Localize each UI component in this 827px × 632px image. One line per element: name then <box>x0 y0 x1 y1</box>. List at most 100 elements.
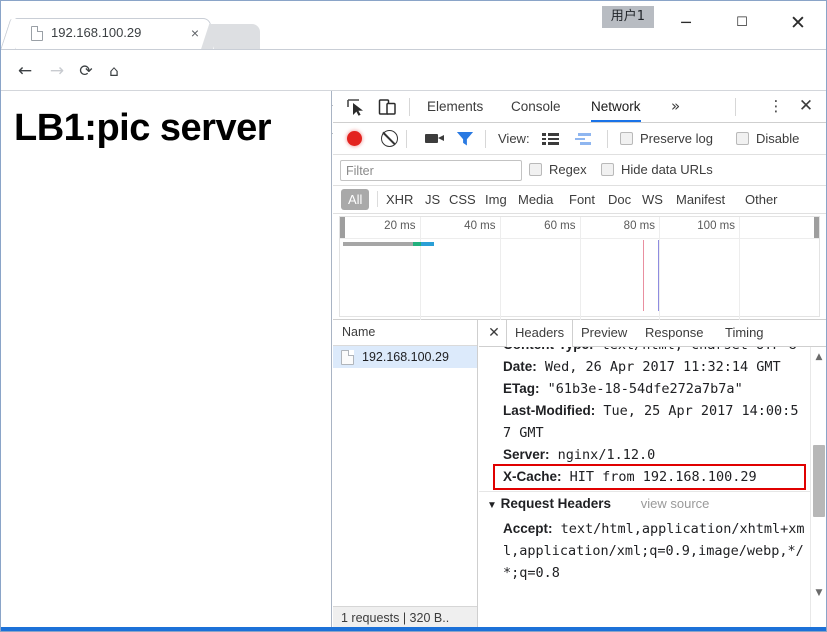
type-filter-manifest[interactable]: Manifest <box>676 190 725 209</box>
filter-funnel-icon[interactable] <box>456 131 474 146</box>
load-event-marker <box>657 240 660 311</box>
type-filter-img[interactable]: Img <box>485 190 507 209</box>
hide-data-urls-checkbox[interactable] <box>601 163 614 176</box>
detail-tab-preview[interactable]: Preview <box>573 320 635 346</box>
maximize-icon[interactable]: ☐ <box>714 1 770 45</box>
scroll-down-icon[interactable]: ▼ <box>811 585 826 601</box>
header-name: ETag: <box>503 381 540 396</box>
tick-label-80ms: 80 ms <box>623 220 655 232</box>
header-value: HIT from 192.168.100.29 <box>561 469 757 485</box>
detail-tab-timing[interactable]: Timing <box>717 320 772 346</box>
device-toolbar-icon[interactable] <box>377 97 401 118</box>
segment-download <box>421 242 434 246</box>
tab-close-icon[interactable]: × <box>187 25 203 41</box>
header-value: Wed, 26 Apr 2017 11:32:14 GMT <box>536 359 781 375</box>
page-title: LB1:pic server <box>14 107 272 149</box>
page-viewport: LB1:pic server <box>1 91 332 631</box>
scroll-up-icon[interactable]: ▲ <box>811 349 826 365</box>
document-icon <box>341 349 354 365</box>
navigation-bar: ← → ⟳ ⌂ i 192.168.100.29 ☆ <box>1 50 826 134</box>
user-profile-badge[interactable]: 用户1 <box>601 6 654 28</box>
tick-label-40ms: 40 ms <box>464 220 496 232</box>
list-view-icon[interactable] <box>542 133 559 145</box>
regex-checkbox[interactable] <box>529 163 542 176</box>
header-name: Date: <box>503 359 537 374</box>
request-headers-section[interactable]: ▼ Request Headers view source <box>479 491 810 518</box>
headers-scrollbar[interactable]: ▲ ▼ <box>810 347 826 631</box>
header-value: nginx/1.12.0 <box>549 447 656 463</box>
disable-cache-checkbox[interactable] <box>736 132 749 145</box>
regex-label: Regex <box>549 162 587 177</box>
header-value: "61b3e-18-54dfe272a7b7a" <box>539 381 743 397</box>
header-name: Accept: <box>503 521 553 536</box>
browser-window: 192.168.100.29 × 用户1 ─ ☐ ✕ ← → ⟳ ⌂ i 192… <box>0 0 827 632</box>
request-list-header[interactable]: Name <box>333 320 477 346</box>
record-button-icon[interactable] <box>347 131 362 146</box>
header-accept: Accept: text/html,application/xhtml+xml,… <box>479 518 810 584</box>
type-filter-js[interactable]: JS <box>425 190 440 209</box>
type-filter-font[interactable]: Font <box>569 190 595 209</box>
detail-tab-bar: ✕ Headers Preview Response Timing <box>479 320 826 347</box>
tab-title: 192.168.100.29 <box>51 25 142 40</box>
collapse-triangle-icon[interactable]: ▼ <box>487 500 497 511</box>
segment-stalled <box>342 242 413 246</box>
tick-label-20ms: 20 ms <box>384 220 416 232</box>
tab-elements[interactable]: Elements <box>427 91 483 122</box>
network-split-view: Name 192.168.100.29 1 requests | 320 B..… <box>333 320 826 631</box>
view-source-link[interactable]: view source <box>641 496 710 511</box>
tab-console[interactable]: Console <box>511 91 561 122</box>
tick-label-100ms: 100 ms <box>697 220 735 232</box>
devtools-tab-bar: Elements Console Network » ⋮ ✕ <box>333 91 826 123</box>
type-filter-doc[interactable]: Doc <box>608 190 631 209</box>
type-filter-ws[interactable]: WS <box>642 190 663 209</box>
type-filter-css[interactable]: CSS <box>449 190 476 209</box>
preserve-log-checkbox[interactable] <box>620 132 633 145</box>
waterfall-view-icon[interactable] <box>574 133 591 145</box>
type-divider <box>377 191 378 207</box>
home-icon[interactable]: ⌂ <box>102 59 126 83</box>
toolbar-divider-2 <box>735 98 736 116</box>
back-icon[interactable]: ← <box>13 59 37 83</box>
camera-icon[interactable] <box>425 134 444 143</box>
network-overview-chart[interactable]: 20 ms 40 ms 60 ms 80 ms 100 ms <box>333 214 826 321</box>
header-x-cache: X-Cache: HIT from 192.168.100.29 <box>493 464 806 490</box>
close-icon[interactable]: ✕ <box>770 1 826 45</box>
type-filter-other[interactable]: Other <box>745 190 778 209</box>
scrollbar-thumb[interactable] <box>813 445 825 517</box>
request-row[interactable]: 192.168.100.29 <box>333 346 477 368</box>
dom-content-loaded-marker <box>642 240 645 311</box>
devtools-menu-icon[interactable]: ⋮ <box>768 96 784 117</box>
resource-type-filters: All XHR JS CSS Img Media Font Doc WS Man… <box>333 186 826 214</box>
more-tabs-icon[interactable]: » <box>671 91 680 122</box>
type-filter-xhr[interactable]: XHR <box>386 190 413 209</box>
request-headers-title: Request Headers <box>500 496 611 511</box>
header-etag: ETag: "61b3e-18-54dfe272a7b7a" <box>479 378 810 400</box>
browser-tab[interactable]: 192.168.100.29 × <box>15 18 211 50</box>
clear-icon[interactable] <box>381 130 398 147</box>
detail-tab-response[interactable]: Response <box>637 320 712 346</box>
request-name: 192.168.100.29 <box>362 350 449 364</box>
tab-network[interactable]: Network <box>591 91 641 122</box>
header-date: Date: Wed, 26 Apr 2017 11:32:14 GMT <box>479 356 810 378</box>
header-server: Server: nginx/1.12.0 <box>479 444 810 466</box>
toolbar-divider <box>409 98 410 116</box>
headers-content: Content-Type: text/html; charset=UTF-8 D… <box>479 347 810 631</box>
column-header-name: Name <box>342 325 376 339</box>
disable-cache-label: Disable <box>756 131 800 146</box>
filter-row: Regex Hide data URLs <box>333 155 826 186</box>
detail-close-icon[interactable]: ✕ <box>485 324 503 342</box>
detail-tab-headers[interactable]: Headers <box>506 320 574 347</box>
type-filter-media[interactable]: Media <box>518 190 553 209</box>
header-name: Last-Modified: <box>503 403 596 418</box>
type-filter-all[interactable]: All <box>341 189 370 210</box>
toolbar-divider-4 <box>485 130 486 148</box>
header-name: Content-Type: <box>503 347 594 352</box>
minimize-icon[interactable]: ─ <box>658 1 714 45</box>
overview-plot-area: 20 ms 40 ms 60 ms 80 ms 100 ms <box>339 216 820 321</box>
filter-input[interactable] <box>340 160 522 181</box>
network-toolbar: View: Preserve log Disable <box>333 123 826 155</box>
new-tab-button[interactable] <box>214 24 260 50</box>
reload-icon[interactable]: ⟳ <box>74 59 98 83</box>
devtools-close-icon[interactable]: ✕ <box>796 95 816 117</box>
inspect-element-icon[interactable] <box>345 97 369 118</box>
